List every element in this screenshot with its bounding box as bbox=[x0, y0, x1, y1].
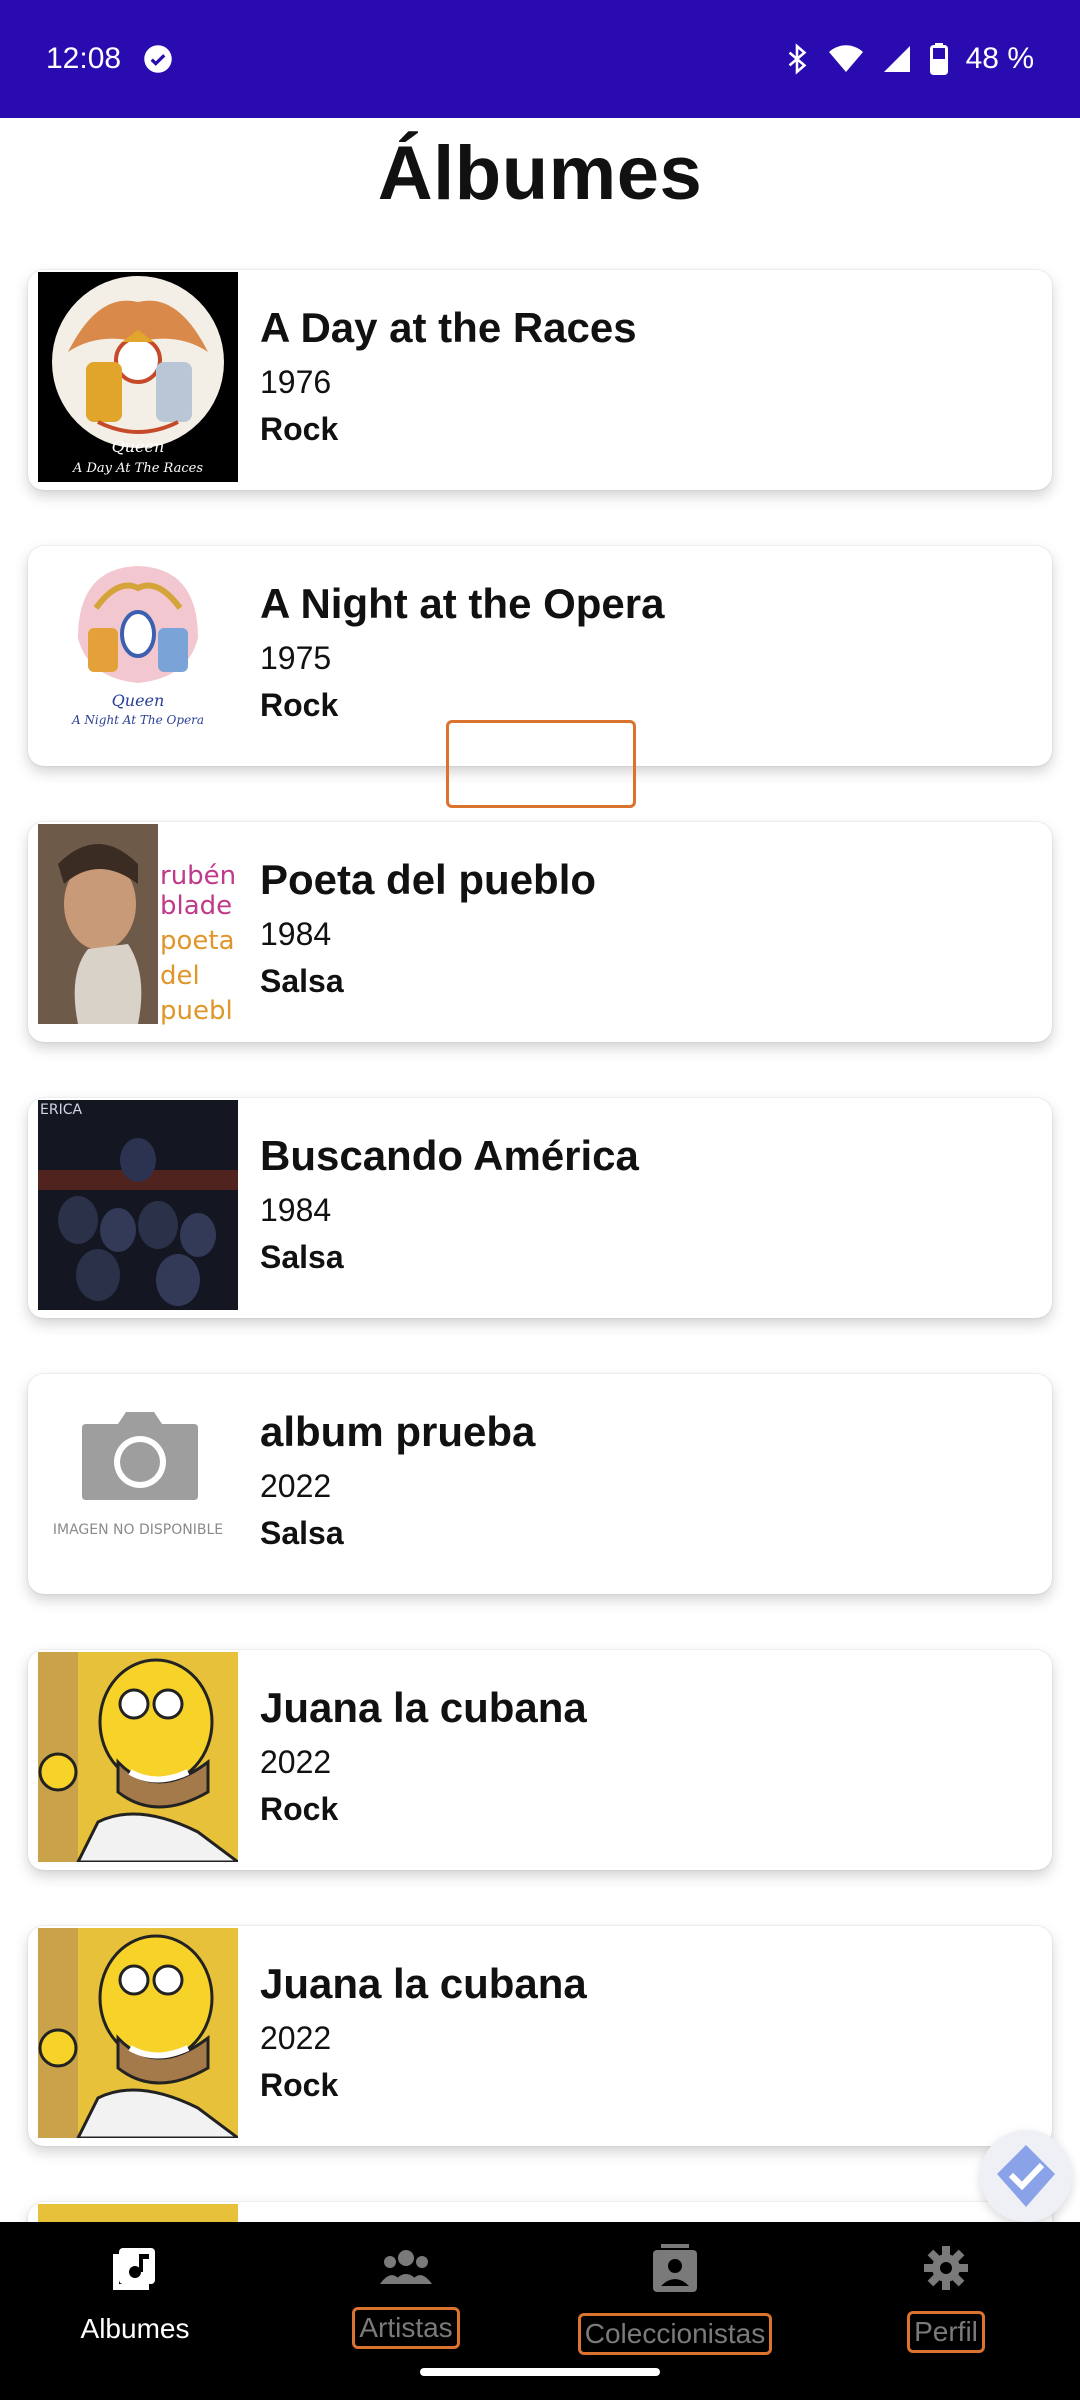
album-year: 1975 bbox=[260, 640, 332, 676]
home-indicator[interactable] bbox=[420, 2368, 660, 2376]
nav-label: Coleccionistas bbox=[577, 2313, 773, 2355]
signal-icon bbox=[882, 44, 912, 74]
nav-label: Perfil bbox=[907, 2311, 985, 2353]
album-genre: Salsa bbox=[260, 1239, 344, 1275]
nav-artistas[interactable]: Artistas bbox=[296, 2244, 516, 2349]
album-title: Poeta del pueblo bbox=[260, 856, 597, 903]
poeta-pueblo-icon: rubén blade poeta del puebl bbox=[38, 824, 238, 1034]
album-title: A Night at the Opera bbox=[260, 580, 665, 627]
people-icon bbox=[296, 2244, 516, 2295]
album-card[interactable]: Juana la cubana 2022 Rock bbox=[28, 1650, 1052, 1870]
album-year: 1976 bbox=[260, 364, 332, 400]
album-card[interactable]: ERICA Buscando América 1984 Salsa bbox=[28, 1098, 1052, 1318]
cover-text: rubén bbox=[160, 861, 236, 891]
wifi-icon bbox=[828, 44, 864, 74]
album-card[interactable]: Juana la cubana 2022 Rock bbox=[28, 1926, 1052, 2146]
buscando-america-icon: ERICA bbox=[38, 1100, 238, 1310]
album-card[interactable]: Queen A Day At The Races A Day at the Ra… bbox=[28, 270, 1052, 490]
album-year: 1984 bbox=[260, 1192, 332, 1228]
album-genre: Rock bbox=[260, 687, 339, 723]
check-badge-icon bbox=[997, 2145, 1055, 2207]
nav-label: Albumes bbox=[80, 2313, 190, 2344]
album-year: 2022 bbox=[260, 1468, 332, 1504]
focus-highlight bbox=[446, 720, 636, 808]
album-genre: Salsa bbox=[260, 963, 344, 999]
svg-text:Queen: Queen bbox=[112, 691, 165, 710]
album-genre: Rock bbox=[260, 2067, 339, 2103]
page-title: Álbumes bbox=[377, 131, 703, 216]
album-year: 2022 bbox=[260, 2020, 332, 2056]
album-genre: Salsa bbox=[260, 1515, 344, 1551]
status-time: 12:08 bbox=[46, 42, 122, 75]
camera-placeholder-icon: IMAGEN NO DISPONIBLE bbox=[38, 1376, 238, 1586]
cover-text: IMAGEN NO DISPONIBLE bbox=[53, 1522, 223, 1538]
album-card[interactable]: IMAGEN NO DISPONIBLE album prueba 2022 S… bbox=[28, 1374, 1052, 1594]
check-fab[interactable] bbox=[980, 2130, 1072, 2222]
album-title: Buscando América bbox=[260, 1132, 639, 1179]
cover-text: puebl bbox=[160, 996, 233, 1026]
music-note-icon bbox=[25, 2244, 245, 2299]
bluetooth-icon bbox=[784, 43, 810, 75]
album-genre: Rock bbox=[260, 411, 339, 447]
nav-perfil[interactable]: Perfil bbox=[836, 2244, 1056, 2353]
album-title: album prueba bbox=[260, 1408, 536, 1455]
cover-text: poeta bbox=[160, 926, 235, 956]
svg-text:A Night At The Opera: A Night At The Opera bbox=[71, 713, 204, 727]
album-genre: Rock bbox=[260, 1791, 339, 1827]
album-title: Juana la cubana bbox=[260, 1960, 587, 2007]
queen-night-opera-icon: Queen A Night At The Opera bbox=[38, 548, 238, 758]
nav-albumes[interactable]: Albumes bbox=[25, 2244, 245, 2347]
simpsons-cover-icon bbox=[38, 1652, 238, 1862]
simpsons-cover-icon bbox=[38, 1928, 238, 2138]
cover-text: ERICA bbox=[40, 1102, 82, 1118]
gear-icon bbox=[836, 2244, 1056, 2299]
status-bar: 12:08 48 % bbox=[0, 0, 1080, 118]
contact-card-icon bbox=[565, 2244, 785, 2301]
battery-icon bbox=[929, 43, 948, 75]
album-year: 2022 bbox=[260, 1744, 332, 1780]
nav-coleccionistas[interactable]: Coleccionistas bbox=[565, 2244, 785, 2355]
cover-text: blade bbox=[160, 891, 232, 921]
queen-day-races-icon: Queen A Day At The Races bbox=[38, 272, 238, 482]
svg-text:Queen: Queen bbox=[112, 437, 165, 456]
nav-label: Artistas bbox=[352, 2307, 460, 2349]
album-card[interactable]: rubén blade poeta del puebl Poeta del pu… bbox=[28, 822, 1052, 1042]
battery-percent: 48 % bbox=[965, 42, 1034, 75]
album-year: 1984 bbox=[260, 916, 332, 952]
svg-text:A Day At The Races: A Day At The Races bbox=[72, 461, 203, 476]
album-title: A Day at the Races bbox=[260, 304, 637, 351]
cover-text: del bbox=[160, 961, 200, 991]
check-circle-icon bbox=[143, 44, 173, 74]
album-title: Juana la cubana bbox=[260, 1684, 587, 1731]
